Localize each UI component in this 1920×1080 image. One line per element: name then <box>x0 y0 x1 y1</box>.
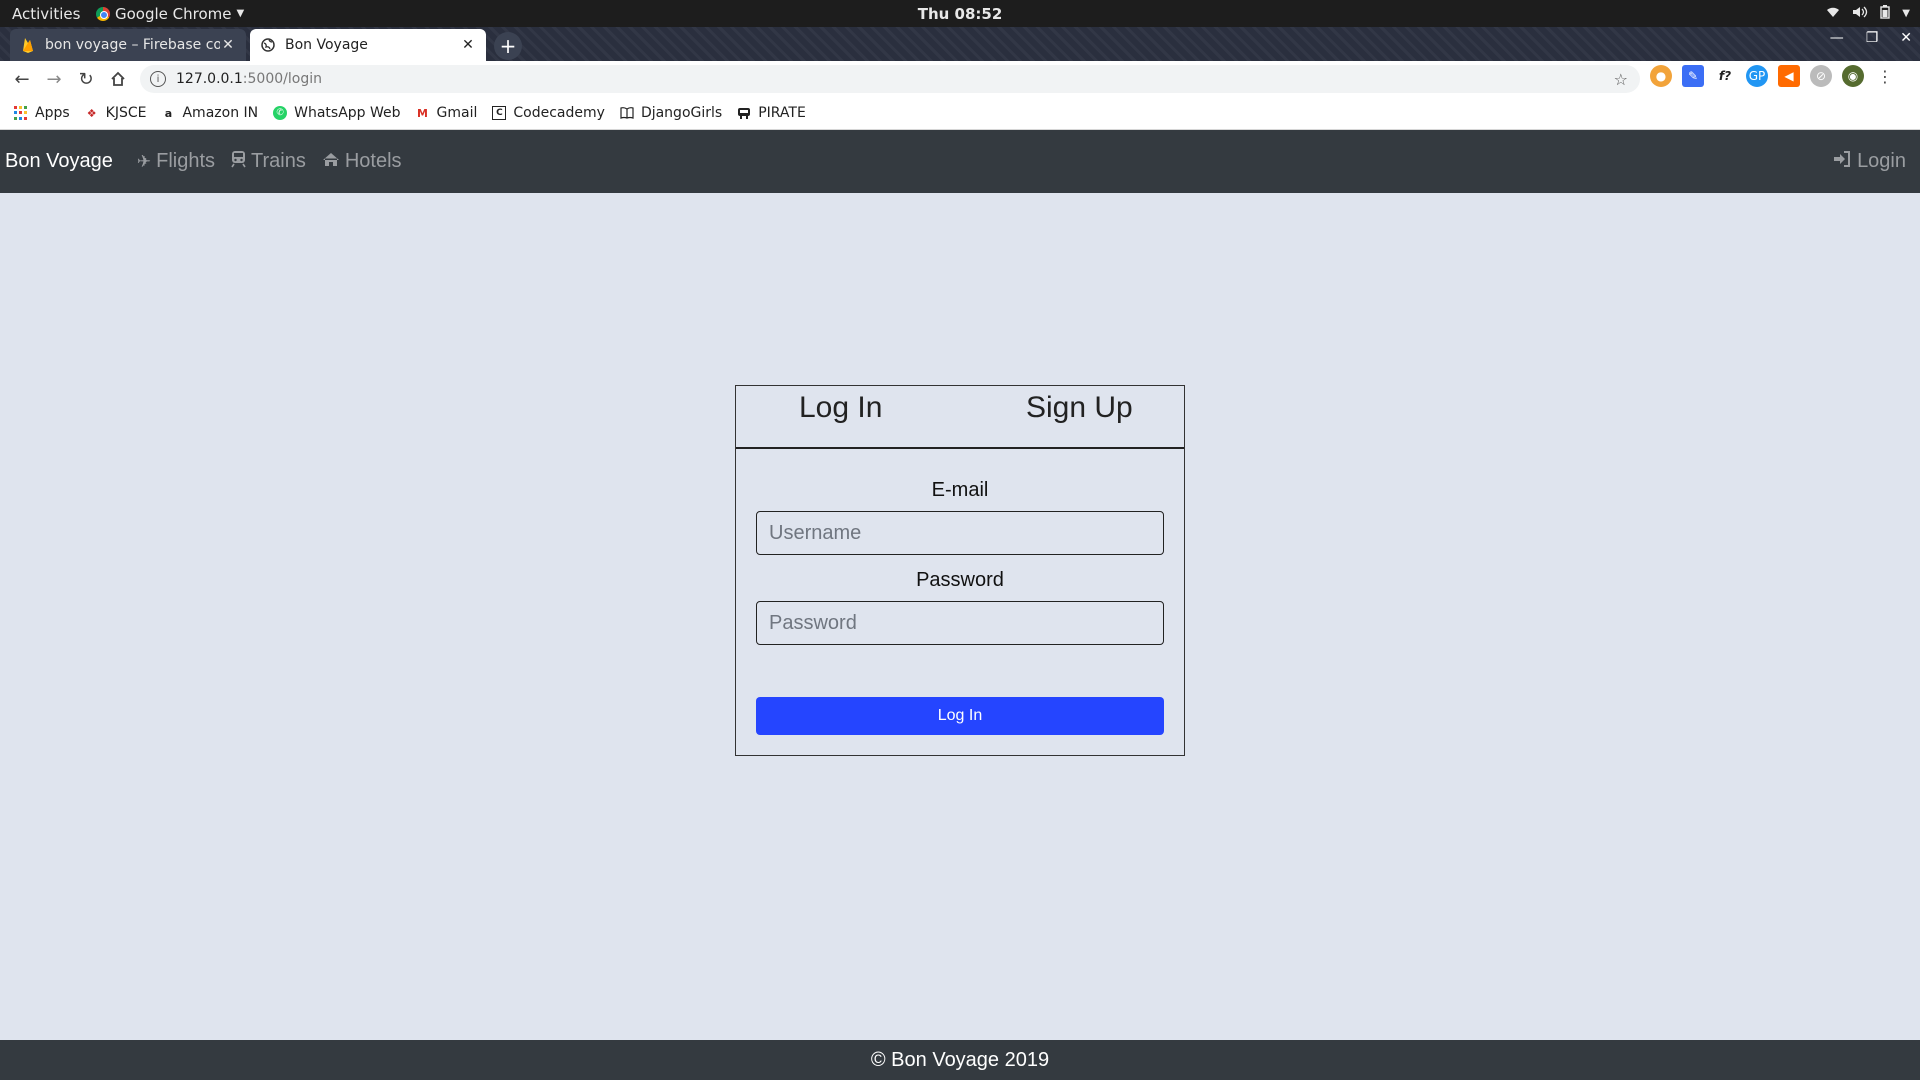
star-icon[interactable]: ☆ <box>1614 70 1628 89</box>
password-label: Password <box>916 569 1004 591</box>
apps-grid-icon <box>14 106 28 120</box>
system-tray[interactable]: ▼ <box>1826 4 1910 23</box>
auth-card: Log In Sign Up E-mail Password Log In <box>735 385 1185 756</box>
app-menu[interactable]: Google Chrome ▼ <box>96 5 244 23</box>
new-tab-button[interactable]: + <box>494 32 522 60</box>
volume-icon <box>1852 6 1868 22</box>
clock[interactable]: Thu 08:52 <box>918 5 1003 23</box>
megaphone-extension-icon[interactable]: ◀ <box>1778 65 1800 87</box>
nav-hotels[interactable]: Hotels <box>322 150 402 173</box>
bookmark-label: DjangoGirls <box>640 105 723 121</box>
back-arrow-icon[interactable]: ← <box>6 63 38 95</box>
blocked-extension-icon[interactable]: ⊘ <box>1810 65 1832 87</box>
battery-icon <box>1880 4 1890 23</box>
kjsce-icon: ❖ <box>86 106 97 120</box>
nav-label: Trains <box>251 150 306 172</box>
firebase-icon <box>20 37 36 53</box>
nav-login[interactable]: Login <box>1833 150 1906 173</box>
codecademy-icon: C <box>492 106 507 120</box>
app-menu-label: Google Chrome <box>115 4 232 23</box>
plane-icon: ✈ <box>136 151 152 171</box>
sign-in-icon <box>1833 150 1851 173</box>
tab-bon-voyage[interactable]: Bon Voyage ✕ <box>250 29 486 61</box>
wifi-icon <box>1826 6 1840 22</box>
formula-extension-icon[interactable]: f? <box>1714 65 1736 87</box>
pen-extension-icon[interactable]: ✎ <box>1682 65 1704 87</box>
auth-tabs: Log In Sign Up <box>736 386 1184 449</box>
nav-flights[interactable]: ✈ Flights <box>137 150 215 173</box>
tab-signup[interactable]: Sign Up <box>1026 391 1133 425</box>
chevron-down-icon: ▼ <box>1902 8 1910 19</box>
site-navbar: Bon Voyage ✈ Flights Trains Hotels Login <box>0 130 1920 193</box>
cookie-extension-icon[interactable]: ● <box>1650 65 1672 87</box>
site-footer: © Bon Voyage 2019 <box>0 1040 1920 1080</box>
menu-kebab-icon[interactable]: ⋮ <box>1874 65 1896 87</box>
bookmark-label: WhatsApp Web <box>294 105 401 121</box>
nav-label: Hotels <box>344 150 402 172</box>
close-icon[interactable]: ✕ <box>460 37 476 53</box>
activities-button[interactable]: Activities <box>0 5 96 23</box>
amazon-icon: a <box>164 106 173 120</box>
bookmark-gmail[interactable]: M Gmail <box>416 105 478 121</box>
bookmark-djangogirls[interactable]: DjangoGirls <box>620 105 722 121</box>
tab-strip: bon voyage – Firebase con ✕ Bon Voyage ✕… <box>0 27 1920 61</box>
bookmark-label: Amazon IN <box>182 105 259 121</box>
browser-toolbar: ← → ↻ i 127.0.0.1:5000/login ☆ ● ✎ f? GP… <box>0 61 1920 97</box>
chrome-icon <box>96 6 110 21</box>
book-icon <box>620 106 634 120</box>
bookmark-apps[interactable]: Apps <box>14 105 70 121</box>
tab-title: Bon Voyage <box>285 37 368 53</box>
system-top-bar: Activities Google Chrome ▼ Thu 08:52 ▼ <box>0 0 1920 27</box>
bookmark-kjsce[interactable]: ❖ KJSCE <box>85 105 147 121</box>
tab-login[interactable]: Log In <box>799 391 882 425</box>
home-icon <box>322 152 340 172</box>
gmail-icon: M <box>417 106 428 120</box>
bookmark-label: Gmail <box>436 105 478 121</box>
bookmark-amazon[interactable]: a Amazon IN <box>161 105 258 121</box>
info-icon[interactable]: i <box>150 71 166 87</box>
restore-icon[interactable]: ❐ <box>1866 30 1879 46</box>
avatar[interactable]: ◉ <box>1842 65 1864 87</box>
bookmark-whatsapp[interactable]: ✆ WhatsApp Web <box>273 105 401 121</box>
bookmark-label: KJSCE <box>105 105 147 121</box>
chevron-down-icon: ▼ <box>236 8 245 19</box>
bookmark-label: PIRATE <box>758 105 806 121</box>
window-controls: — ❐ ✕ <box>1830 30 1912 46</box>
tab-firebase[interactable]: bon voyage – Firebase con ✕ <box>10 29 246 61</box>
brand-link[interactable]: Bon Voyage <box>5 150 113 173</box>
home-icon[interactable] <box>102 63 134 95</box>
whatsapp-icon: ✆ <box>273 106 288 120</box>
close-icon[interactable]: ✕ <box>1900 30 1912 46</box>
close-icon[interactable]: ✕ <box>220 37 236 53</box>
extensions-area: ● ✎ f? GP ◀ ⊘ ◉ ⋮ <box>1650 65 1896 87</box>
email-field[interactable] <box>756 511 1164 555</box>
copyright-text: © Bon Voyage 2019 <box>870 1048 1050 1071</box>
url-path: :5000/login <box>242 71 322 87</box>
address-bar[interactable]: i 127.0.0.1:5000/login ☆ <box>140 65 1640 93</box>
pirate-icon <box>737 106 751 120</box>
nav-trains[interactable]: Trains <box>231 150 306 173</box>
bookmarks-bar: Apps ❖ KJSCE a Amazon IN ✆ WhatsApp Web … <box>0 97 1920 130</box>
gp-extension-icon[interactable]: GP <box>1746 65 1768 87</box>
train-icon <box>231 150 246 173</box>
nav-label: Flights <box>156 150 216 172</box>
password-field[interactable] <box>756 601 1164 645</box>
bookmark-label: Codecademy <box>513 105 605 121</box>
globe-icon <box>260 37 276 53</box>
tab-title: bon voyage – Firebase con <box>45 37 220 53</box>
reload-icon[interactable]: ↻ <box>70 63 102 95</box>
minimize-icon[interactable]: — <box>1830 30 1844 46</box>
login-button[interactable]: Log In <box>756 697 1164 735</box>
bookmark-pirate[interactable]: PIRATE <box>737 105 806 121</box>
bookmark-label: Apps <box>35 105 70 121</box>
email-label: E-mail <box>931 479 989 501</box>
url-host: 127.0.0.1 <box>176 71 243 87</box>
forward-arrow-icon[interactable]: → <box>38 63 70 95</box>
nav-label: Login <box>1857 150 1906 172</box>
bookmark-codecademy[interactable]: C Codecademy <box>492 105 605 121</box>
